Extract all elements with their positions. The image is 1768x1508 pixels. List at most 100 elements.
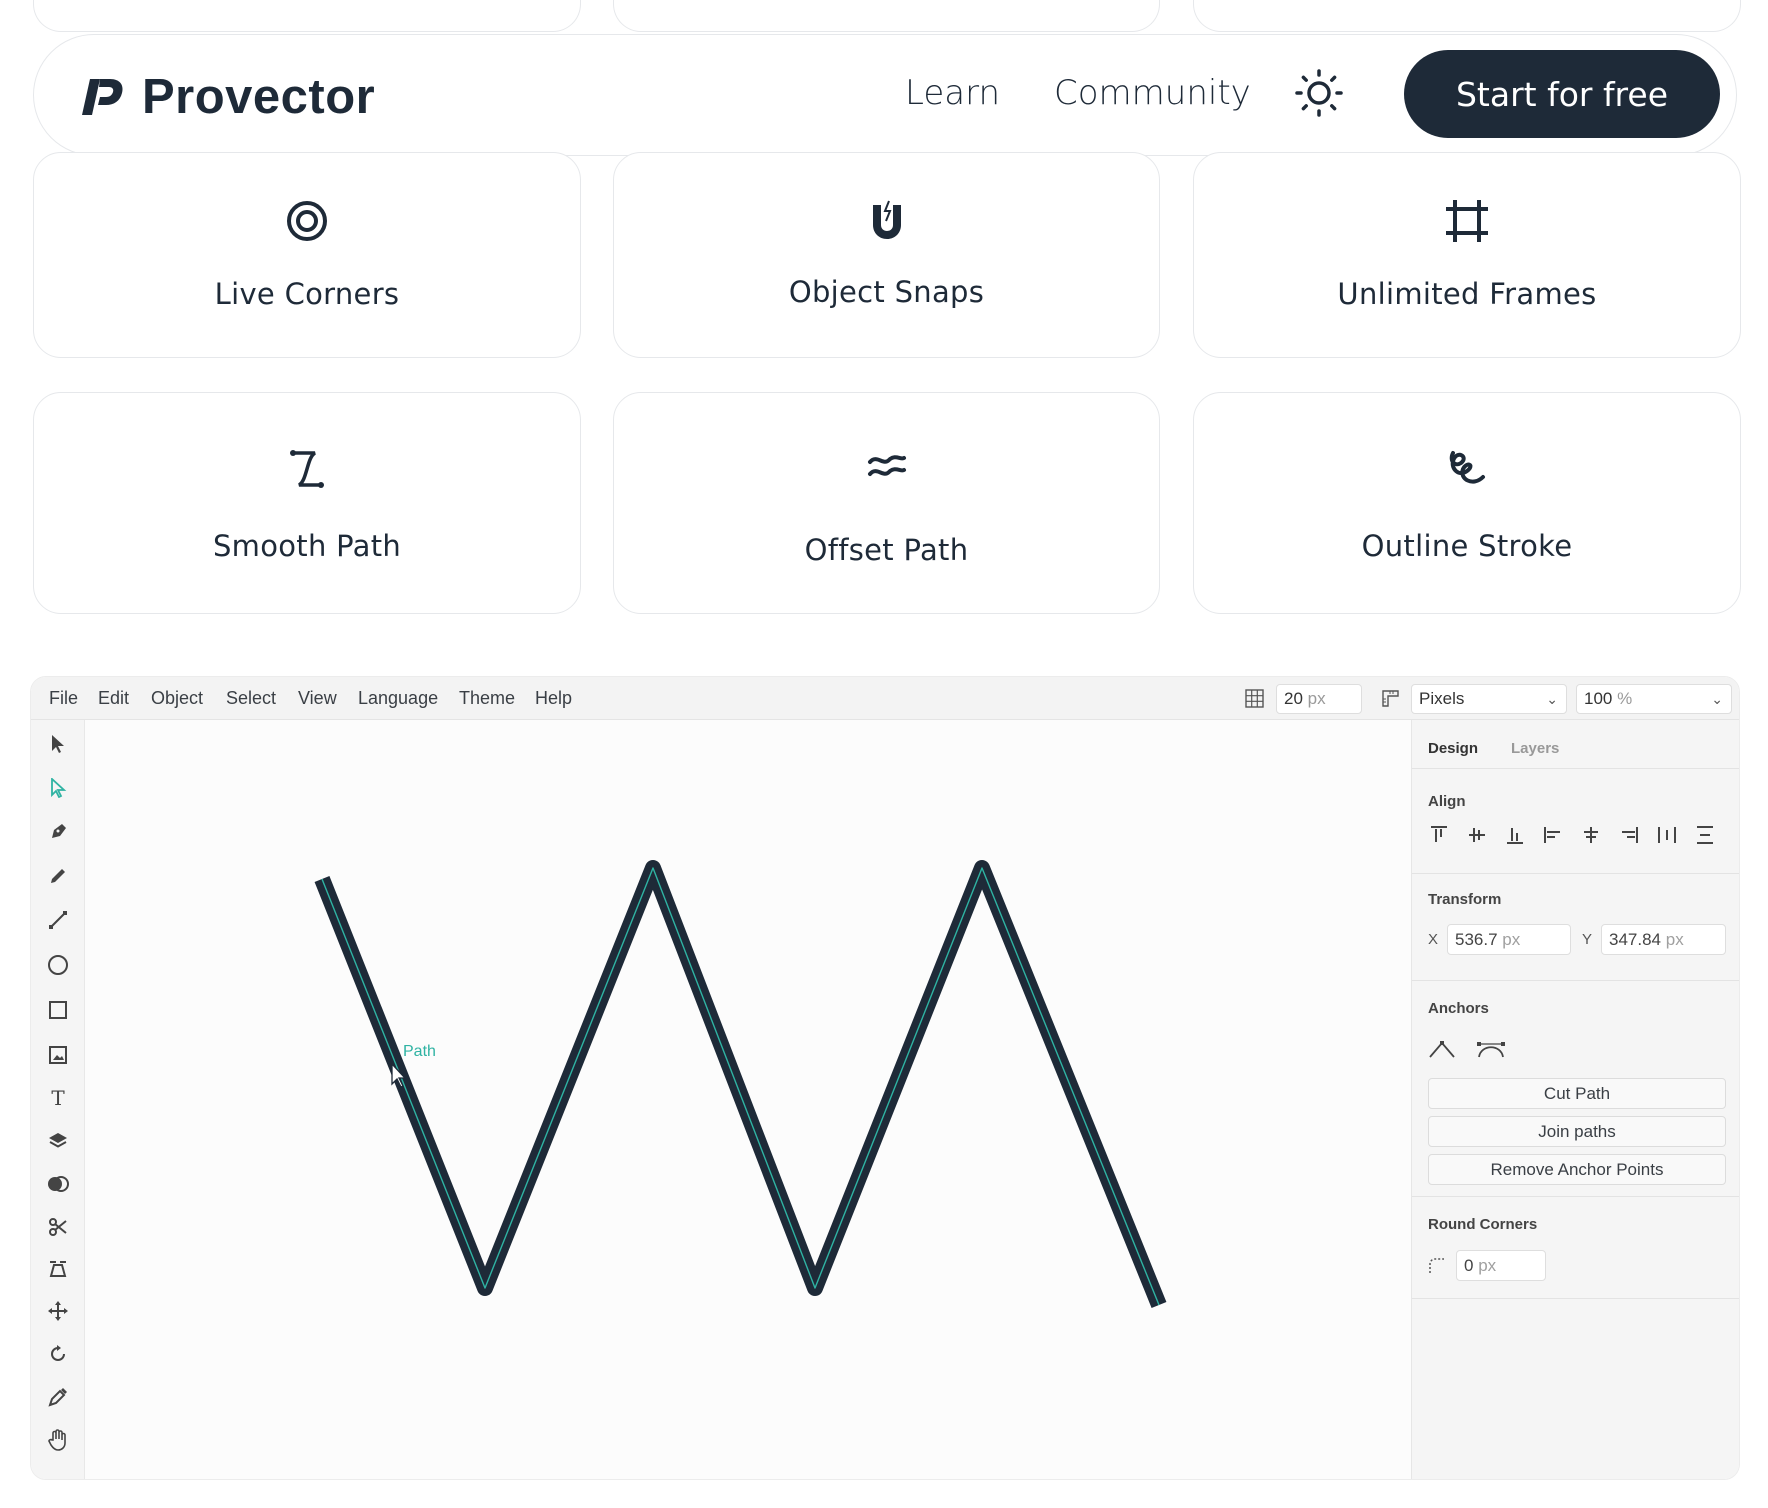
page: Provector Learn Community Start for free… <box>0 0 1768 1508</box>
x-value: 536.7 <box>1455 930 1498 949</box>
units-select-value: Pixels <box>1419 689 1465 708</box>
layers-tool-icon[interactable] <box>46 1129 70 1153</box>
target-icon <box>283 197 331 245</box>
corner-radius-input[interactable]: 0 px <box>1456 1250 1546 1281</box>
feature-card-live-corners[interactable]: Live Corners <box>33 152 581 358</box>
divider <box>1412 1298 1739 1299</box>
feature-card-partial <box>1193 0 1741 32</box>
scribble-icon <box>1443 445 1491 493</box>
menu-select[interactable]: Select <box>226 688 276 709</box>
cut-path-button[interactable]: Cut Path <box>1428 1078 1726 1109</box>
align-top-icon[interactable] <box>1428 824 1450 846</box>
approx-icon <box>863 443 911 491</box>
image-tool-icon[interactable] <box>46 1043 70 1067</box>
move-tool-icon[interactable] <box>46 1299 70 1323</box>
ruler-icon <box>1382 690 1399 707</box>
ellipse-tool-icon[interactable] <box>46 953 70 977</box>
menu-object[interactable]: Object <box>151 688 203 709</box>
hover-path-label: Path <box>403 1043 436 1060</box>
start-for-free-button[interactable]: Start for free <box>1404 50 1720 138</box>
perspective-tool-icon[interactable] <box>46 1257 70 1281</box>
align-title: Align <box>1428 793 1466 810</box>
align-right-icon[interactable] <box>1618 824 1640 846</box>
corner-radius-icon <box>1429 1258 1444 1273</box>
menu-bar: File Edit Object Select View Language Th… <box>31 677 1739 720</box>
feature-label: Offset Path <box>804 533 969 567</box>
feature-label: Smooth Path <box>212 529 402 563</box>
nav-link-learn[interactable]: Learn <box>905 73 1000 113</box>
grid-icon <box>1245 689 1264 708</box>
sun-icon[interactable] <box>1294 68 1344 118</box>
divider <box>1412 873 1739 874</box>
feature-label: Unlimited Frames <box>1337 277 1597 311</box>
grid-size-unit: px <box>1307 689 1326 708</box>
zoom-value: 100 <box>1584 689 1613 708</box>
anchors-title: Anchors <box>1428 1000 1489 1017</box>
select-tool-icon[interactable] <box>46 732 70 756</box>
text-tool-icon[interactable]: T <box>46 1086 70 1110</box>
direct-select-tool-icon[interactable] <box>46 776 70 800</box>
feature-card-unlimited-frames[interactable]: Unlimited Frames <box>1193 152 1741 358</box>
align-vertical-center-icon[interactable] <box>1466 824 1488 846</box>
pen-tool-icon[interactable] <box>46 820 70 844</box>
join-paths-button[interactable]: Join paths <box>1428 1116 1726 1147</box>
zoom-select[interactable]: 100 % ⌄ <box>1576 684 1732 714</box>
grid-size-value: 20 <box>1284 689 1303 708</box>
y-label: Y <box>1582 931 1593 948</box>
menu-edit[interactable]: Edit <box>98 688 129 709</box>
brand-name: Provector <box>142 70 376 124</box>
feature-card-offset-path[interactable]: Offset Path <box>613 392 1160 614</box>
hand-tool-icon[interactable] <box>46 1428 70 1452</box>
menu-file[interactable]: File <box>49 688 78 709</box>
feature-card-smooth-path[interactable]: Smooth Path <box>33 392 581 614</box>
menu-theme[interactable]: Theme <box>459 688 515 709</box>
feature-card-object-snaps[interactable]: Object Snaps <box>613 152 1160 358</box>
rotate-tool-icon[interactable] <box>46 1342 70 1366</box>
tool-sidebar: T <box>31 720 85 1479</box>
scissors-tool-icon[interactable] <box>46 1215 70 1239</box>
brand[interactable]: Provector <box>82 69 375 125</box>
editor-window: File Edit Object Select View Language Th… <box>30 676 1740 1480</box>
align-bottom-icon[interactable] <box>1504 824 1526 846</box>
feature-label: Live Corners <box>214 277 400 311</box>
zigzag-path[interactable]: Path <box>85 720 1438 1480</box>
menu-language[interactable]: Language <box>358 688 438 709</box>
pencil-tool-icon[interactable] <box>46 864 70 888</box>
line-tool-icon[interactable] <box>46 908 70 932</box>
y-position-input[interactable]: 347.84 px <box>1601 924 1726 955</box>
provector-logo-icon <box>82 79 123 115</box>
feature-label: Object Snaps <box>788 275 985 309</box>
divider <box>1412 1196 1739 1197</box>
rectangle-tool-icon[interactable] <box>46 998 70 1022</box>
navbar: Provector Learn Community Start for free <box>33 34 1737 156</box>
distribute-vertical-icon[interactable] <box>1694 824 1716 846</box>
divider <box>1412 980 1739 981</box>
x-position-input[interactable]: 536.7 px <box>1447 924 1571 955</box>
eyedropper-tool-icon[interactable] <box>46 1385 70 1409</box>
drawing-canvas[interactable]: Path <box>85 720 1438 1480</box>
chevron-down-icon: ⌄ <box>1546 691 1558 707</box>
properties-panel: Design Layers Align Transform X 536.7 px… <box>1411 720 1739 1479</box>
tab-layers[interactable]: Layers <box>1511 740 1559 757</box>
transform-title: Transform <box>1428 891 1502 908</box>
tab-design[interactable]: Design <box>1428 740 1478 757</box>
feature-card-partial <box>33 0 581 32</box>
smooth-anchor-icon[interactable] <box>1476 1038 1506 1060</box>
boolean-tool-icon[interactable] <box>46 1172 70 1196</box>
divider <box>1412 768 1739 769</box>
grid-size-input[interactable]: 20 px <box>1276 684 1362 714</box>
remove-anchor-points-button[interactable]: Remove Anchor Points <box>1428 1154 1726 1185</box>
menu-view[interactable]: View <box>298 688 337 709</box>
menu-help[interactable]: Help <box>535 688 572 709</box>
distribute-horizontal-icon[interactable] <box>1656 824 1678 846</box>
corner-anchor-icon[interactable] <box>1428 1038 1456 1060</box>
frame-icon <box>1443 197 1491 245</box>
nav-link-community[interactable]: Community <box>1054 73 1251 113</box>
feature-card-outline-stroke[interactable]: Outline Stroke <box>1193 392 1741 614</box>
units-select[interactable]: Pixels ⌄ <box>1411 684 1567 714</box>
feature-card-partial <box>613 0 1160 32</box>
align-left-icon[interactable] <box>1542 824 1564 846</box>
corner-radius-value: 0 <box>1464 1256 1474 1275</box>
zoom-unit: % <box>1617 689 1633 708</box>
align-horizontal-center-icon[interactable] <box>1580 824 1602 846</box>
